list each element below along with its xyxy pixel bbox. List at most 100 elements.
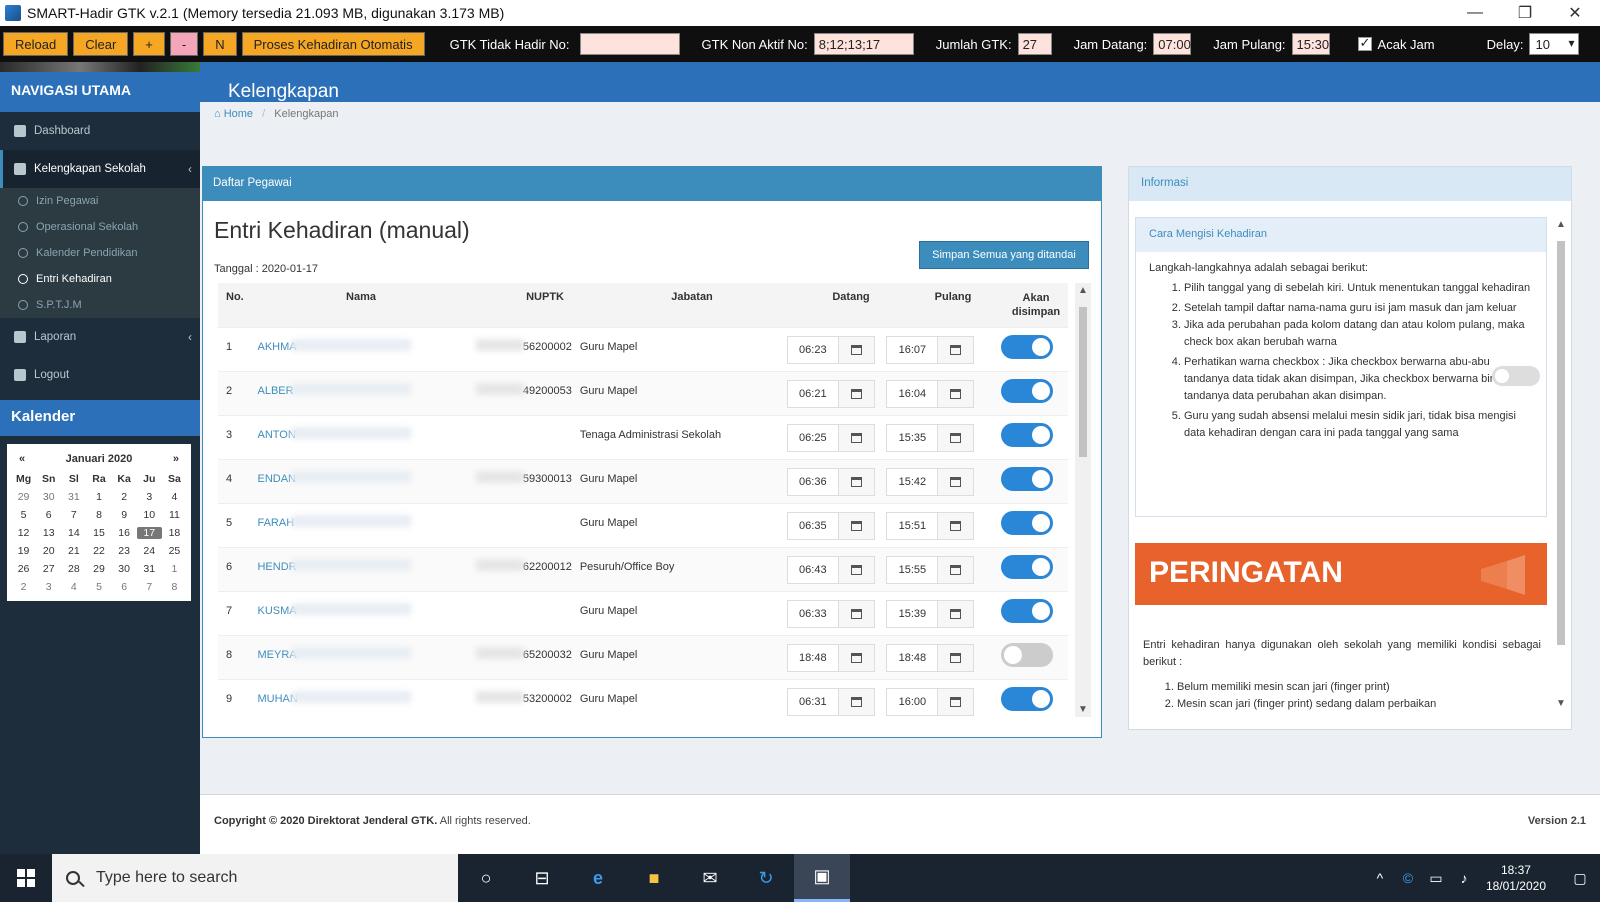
calendar-prev-button[interactable]: «	[19, 453, 25, 465]
datang-calendar-button[interactable]	[838, 600, 875, 628]
datang-input[interactable]: 06:21	[786, 380, 839, 408]
edge-icon[interactable]: e	[570, 854, 626, 902]
scroll-down-icon[interactable]: ▼	[1078, 704, 1088, 715]
row-nama-link[interactable]: ANTON	[247, 416, 468, 441]
jam-datang-input[interactable]: 07:00	[1153, 33, 1192, 55]
pulang-calendar-button[interactable]	[938, 424, 975, 452]
datang-calendar-button[interactable]	[838, 688, 875, 716]
calendar-day[interactable]: 19	[11, 545, 36, 557]
save-toggle[interactable]	[1000, 643, 1053, 667]
calendar-day[interactable]: 18	[162, 527, 187, 539]
taskbar-clock[interactable]: 18:37 18/01/2020	[1486, 862, 1546, 894]
sidebar-subitem-kalender[interactable]: Kalender Pendidikan	[0, 240, 200, 266]
datang-calendar-button[interactable]	[838, 380, 875, 408]
sidebar-item-laporan[interactable]: Laporan ‹	[0, 318, 200, 356]
pulang-calendar-button[interactable]	[938, 688, 975, 716]
calendar-day[interactable]: 28	[61, 563, 86, 575]
calendar-day[interactable]: 10	[137, 509, 162, 521]
save-all-button[interactable]: Simpan Semua yang ditandai	[919, 241, 1089, 269]
app-tray-icon[interactable]: ©	[1394, 870, 1422, 886]
scroll-down-icon[interactable]: ▼	[1556, 698, 1566, 709]
delay-select[interactable]: 10	[1529, 33, 1580, 55]
calendar-month[interactable]: Januari 2020	[66, 453, 133, 465]
maximize-button[interactable]: ❐	[1500, 0, 1550, 26]
calendar-day[interactable]: 30	[36, 491, 61, 503]
datang-input[interactable]: 06:25	[786, 424, 839, 452]
calendar-day[interactable]: 1	[86, 491, 111, 503]
scroll-up-icon[interactable]: ▲	[1078, 285, 1088, 296]
reload-button[interactable]: Reload	[3, 32, 69, 56]
row-nama-link[interactable]: HENDR	[247, 548, 468, 573]
datang-calendar-button[interactable]	[838, 512, 875, 540]
row-nama-link[interactable]: ALBER	[247, 372, 468, 397]
task-view-icon[interactable]: ⊟	[514, 854, 570, 902]
sidebar-item-kelengkapan[interactable]: Kelengkapan Sekolah ‹	[0, 150, 200, 188]
close-button[interactable]: ✕	[1550, 0, 1600, 26]
non-aktif-input[interactable]: 8;12;13;17	[813, 33, 914, 55]
calendar-day[interactable]: 25	[162, 545, 187, 557]
jumlah-gtk-input[interactable]: 27	[1017, 33, 1052, 55]
save-toggle[interactable]	[1000, 511, 1053, 535]
calendar-next-button[interactable]: »	[173, 453, 179, 465]
notifications-icon[interactable]: ▢	[1560, 870, 1600, 887]
calendar-day[interactable]: 11	[162, 509, 187, 521]
start-button[interactable]	[0, 854, 52, 902]
minus-button[interactable]: -	[169, 32, 199, 56]
datang-input[interactable]: 18:48	[786, 644, 839, 672]
pulang-input[interactable]: 15:39	[886, 600, 939, 628]
datang-calendar-button[interactable]	[838, 556, 875, 584]
save-toggle[interactable]	[1000, 379, 1053, 403]
pulang-calendar-button[interactable]	[938, 600, 975, 628]
network-icon[interactable]: ▭	[1422, 870, 1450, 887]
save-toggle[interactable]	[1000, 467, 1053, 491]
chevron-up-icon[interactable]: ^	[1366, 870, 1394, 886]
calendar-day[interactable]: 17	[136, 527, 162, 539]
pulang-input[interactable]: 15:35	[886, 424, 939, 452]
cortana-icon[interactable]: ○	[458, 854, 514, 902]
sidebar-subitem-izin-pegawai[interactable]: Izin Pegawai	[0, 188, 200, 214]
calendar-day[interactable]: 22	[86, 545, 111, 557]
row-nama-link[interactable]: AKHMA	[247, 328, 468, 353]
calendar-day[interactable]: 26	[11, 563, 36, 575]
calendar-day[interactable]: 1	[162, 563, 187, 575]
plus-button[interactable]: +	[133, 32, 165, 56]
tidak-hadir-input[interactable]	[579, 33, 680, 55]
calendar-day[interactable]: 5	[86, 581, 111, 593]
calendar-day[interactable]: 23	[112, 545, 137, 557]
calendar-day[interactable]: 21	[61, 545, 86, 557]
calendar-day[interactable]: 7	[61, 509, 86, 521]
row-nama-link[interactable]: MUHAN	[247, 680, 468, 705]
pulang-input[interactable]: 18:48	[886, 644, 939, 672]
scroll-up-icon[interactable]: ▲	[1556, 219, 1566, 230]
pulang-calendar-button[interactable]	[938, 512, 975, 540]
calendar-day[interactable]: 6	[36, 509, 61, 521]
row-nama-link[interactable]: ENDAN	[247, 460, 468, 485]
calendar-day[interactable]: 27	[36, 563, 61, 575]
calendar-day[interactable]: 29	[86, 563, 111, 575]
clear-button[interactable]: Clear	[73, 32, 129, 56]
refresh-app-icon[interactable]: ↻	[738, 854, 794, 902]
acak-jam-checkbox[interactable]	[1357, 35, 1372, 51]
calendar-day[interactable]: 24	[137, 545, 162, 557]
save-toggle[interactable]	[1000, 687, 1053, 711]
datang-input[interactable]: 06:35	[786, 512, 839, 540]
pulang-input[interactable]: 16:07	[886, 336, 939, 364]
smart-hadir-taskbar-icon[interactable]: ▣	[794, 854, 850, 902]
calendar-day[interactable]: 4	[162, 491, 187, 503]
sidebar-subitem-entri-kehadiran[interactable]: Entri Kehadiran	[0, 266, 200, 292]
pulang-calendar-button[interactable]	[938, 380, 975, 408]
calendar-day[interactable]: 20	[36, 545, 61, 557]
pulang-calendar-button[interactable]	[938, 336, 975, 364]
calendar-day[interactable]: 8	[162, 581, 187, 593]
calendar-day[interactable]: 30	[112, 563, 137, 575]
scroll-thumb[interactable]	[1079, 307, 1087, 457]
calendar-day[interactable]: 9	[112, 509, 137, 521]
calendar-day[interactable]: 31	[137, 563, 162, 575]
calendar-day[interactable]: 2	[11, 581, 36, 593]
datang-input[interactable]: 06:23	[786, 336, 839, 364]
table-scrollbar[interactable]: ▲ ▼	[1075, 283, 1091, 717]
calendar-day[interactable]: 14	[61, 527, 86, 539]
sidebar-item-logout[interactable]: Logout	[0, 356, 200, 394]
calendar-day[interactable]: 31	[61, 491, 86, 503]
sidebar-subitem-operasional[interactable]: Operasional Sekolah	[0, 214, 200, 240]
